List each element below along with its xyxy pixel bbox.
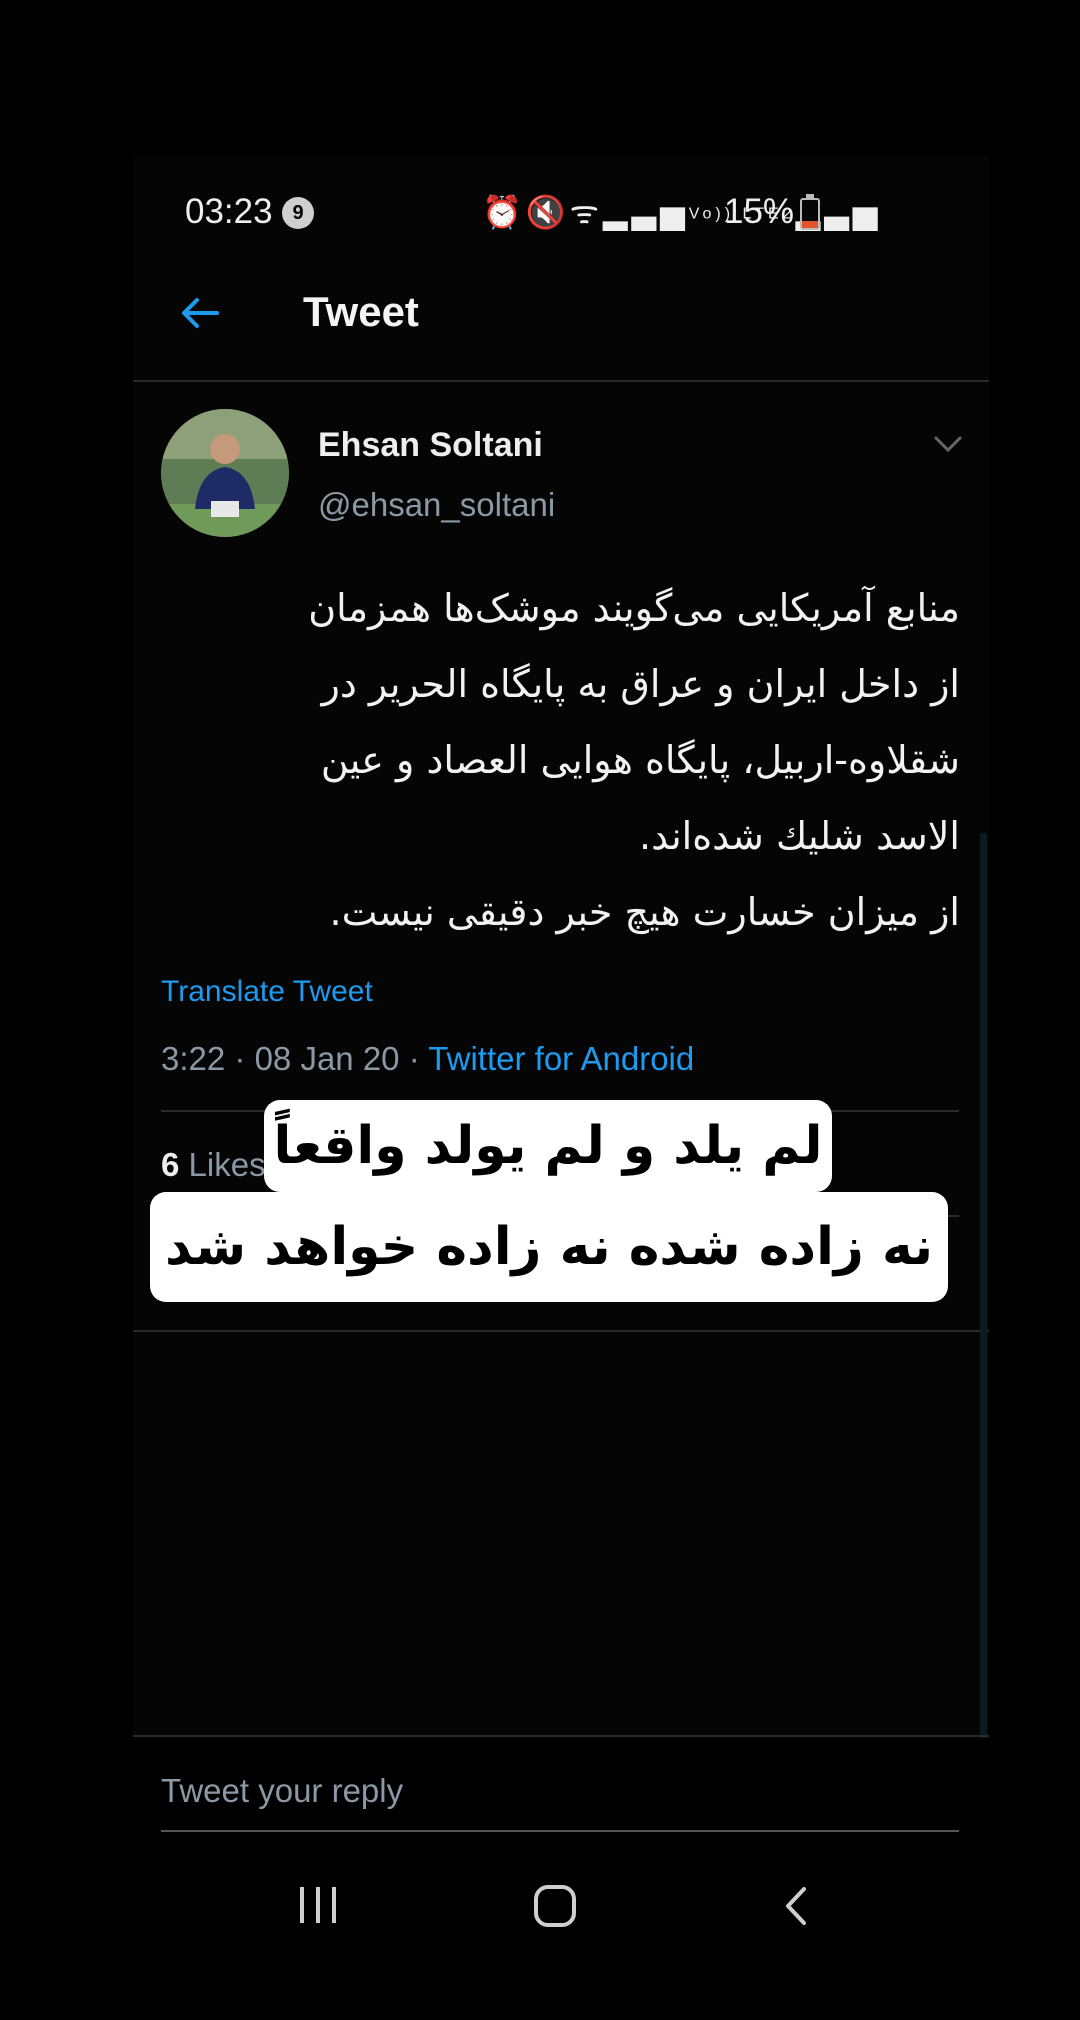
tweet-text-line: شقلاوه-اربیل، پایگاه هوایی العصاد و عین <box>320 738 960 782</box>
battery-percent: 15% <box>724 192 795 231</box>
caption-line-2: نه زاده شده نه زاده خواهد شد <box>150 1192 948 1302</box>
tweet-text-line: از میزان خسارت هیچ خبر دقیقی نیست. <box>329 890 960 934</box>
chevron-down-icon[interactable] <box>932 432 964 456</box>
likes-label: Likes <box>188 1146 266 1183</box>
reply-input[interactable]: Tweet your reply <box>161 1772 403 1810</box>
caption-line-1: لم یلد و لم یولد واقعاً <box>264 1100 832 1192</box>
status-time: 03:23 <box>185 192 273 231</box>
arrow-left-icon[interactable] <box>177 290 223 336</box>
recent-apps-icon[interactable] <box>298 1887 338 1923</box>
tweet-time: 3:22 <box>161 1040 226 1077</box>
page-title: Tweet <box>303 288 419 335</box>
scrollbar[interactable] <box>980 833 987 1738</box>
author-name[interactable]: Ehsan Soltani <box>318 426 543 465</box>
likes-number: 6 <box>161 1146 180 1183</box>
signal-icon: ▂▃▅ <box>602 194 689 230</box>
battery-icon <box>800 194 820 230</box>
tweet-text-line: از داخل ایران و عراق به پایگاه الحریر در <box>321 662 961 706</box>
tweet-source-link[interactable]: Twitter for Android <box>428 1040 694 1077</box>
reply-underline <box>161 1830 959 1832</box>
alarm-icon: ⏰ <box>482 194 526 230</box>
wifi-icon: ᯤ <box>569 194 603 230</box>
mute-icon: 🔇 <box>525 194 570 230</box>
caption-text-2: نه زاده شده نه زاده خواهد شد <box>164 1217 934 1277</box>
tweet-text-line: الاسد شلیك شده‌اند. <box>639 814 960 858</box>
back-icon[interactable] <box>782 1886 810 1926</box>
tweet-text-line: منابع آمریکایی می‌گویند موشک‌ها همزمان <box>308 586 960 630</box>
header-divider <box>133 380 989 382</box>
avatar[interactable] <box>161 409 289 537</box>
status-icons: ⏰🔇ᯤ▂▃▅Vo)) LTE2▂▃▅ <box>482 190 881 233</box>
actions-divider <box>133 1330 989 1332</box>
translate-tweet-link[interactable]: Translate Tweet <box>161 975 373 1009</box>
home-icon[interactable] <box>534 1885 576 1927</box>
author-handle[interactable]: @ehsan_soltani <box>318 486 555 524</box>
tweet-meta: 3:22 · 08 Jan 20 · Twitter for Android <box>161 1040 694 1078</box>
tweet-date: 08 Jan 20 <box>254 1040 400 1077</box>
likes-count[interactable]: 6 Likes <box>161 1146 266 1184</box>
tweet-text: منابع آمریکایی می‌گویند موشک‌ها همزمان ا… <box>160 570 960 950</box>
meta-separator: · <box>234 1040 246 1077</box>
meta-separator: · <box>408 1040 420 1077</box>
notification-count-badge: 9 <box>282 197 314 229</box>
reply-divider <box>133 1735 989 1737</box>
